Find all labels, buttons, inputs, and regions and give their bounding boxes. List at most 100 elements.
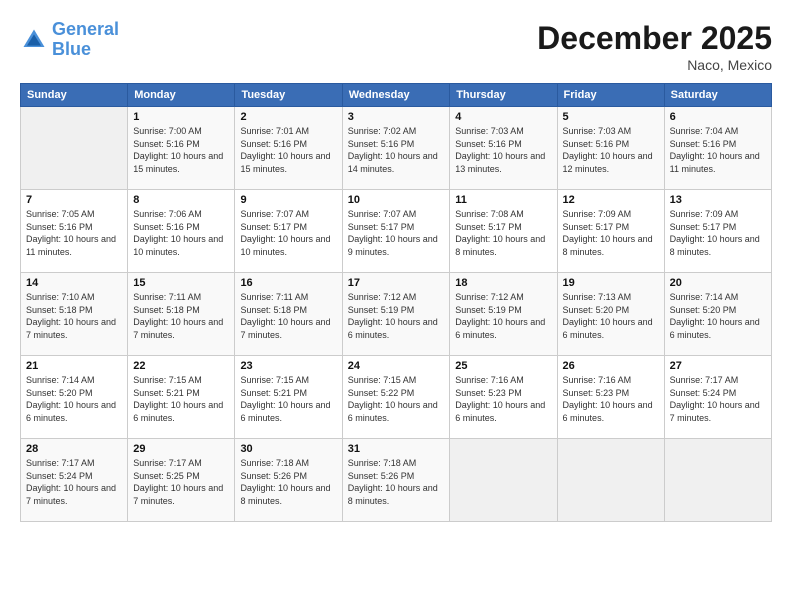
day-info: Sunrise: 7:13 AM Sunset: 5:20 PM Dayligh… [563, 291, 659, 341]
day-number: 14 [26, 277, 122, 289]
calendar-cell: 21 Sunrise: 7:14 AM Sunset: 5:20 PM Dayli… [21, 356, 128, 439]
calendar-header-wednesday: Wednesday [342, 84, 450, 107]
calendar-cell: 23 Sunrise: 7:15 AM Sunset: 5:21 PM Dayli… [235, 356, 342, 439]
calendar-cell: 31 Sunrise: 7:18 AM Sunset: 5:26 PM Dayli… [342, 439, 450, 522]
day-number: 9 [240, 194, 336, 206]
calendar-cell: 19 Sunrise: 7:13 AM Sunset: 5:20 PM Dayli… [557, 273, 664, 356]
day-number: 18 [455, 277, 551, 289]
day-number: 29 [133, 443, 229, 455]
calendar-cell: 2Sunrise: 7:01 AM Sunset: 5:16 PM Daylig… [235, 107, 342, 190]
day-number: 23 [240, 360, 336, 372]
logo-line2: Blue [52, 39, 91, 59]
page: General Blue December 2025 Naco, Mexico … [0, 0, 792, 612]
day-number: 31 [348, 443, 445, 455]
day-number: 16 [240, 277, 336, 289]
calendar-cell: 20 Sunrise: 7:14 AM Sunset: 5:20 PM Dayli… [664, 273, 771, 356]
calendar-cell: 11Sunrise: 7:08 AM Sunset: 5:17 PM Dayli… [450, 190, 557, 273]
day-info: Sunrise: 7:02 AM Sunset: 5:16 PM Dayligh… [348, 125, 445, 175]
day-info: Sunrise: 7:15 AM Sunset: 5:21 PM Dayligh… [240, 374, 336, 424]
logo: General Blue [20, 20, 119, 60]
calendar-cell: 22 Sunrise: 7:15 AM Sunset: 5:21 PM Dayli… [128, 356, 235, 439]
day-number: 6 [670, 111, 766, 123]
day-info: Sunrise: 7:11 AM Sunset: 5:18 PM Dayligh… [133, 291, 229, 341]
day-info: Sunrise: 7:15 AM Sunset: 5:22 PM Dayligh… [348, 374, 445, 424]
month-title: December 2025 [537, 20, 772, 57]
day-number: 7 [26, 194, 122, 206]
day-info: Sunrise: 7:15 AM Sunset: 5:21 PM Dayligh… [133, 374, 229, 424]
calendar-cell: 8 Sunrise: 7:06 AM Sunset: 5:16 PM Daylig… [128, 190, 235, 273]
day-info: Sunrise: 7:16 AM Sunset: 5:23 PM Dayligh… [455, 374, 551, 424]
calendar-cell [21, 107, 128, 190]
day-info: Sunrise: 7:12 AM Sunset: 5:19 PM Dayligh… [455, 291, 551, 341]
calendar-cell: 15 Sunrise: 7:11 AM Sunset: 5:18 PM Dayli… [128, 273, 235, 356]
calendar-cell: 6 Sunrise: 7:04 AM Sunset: 5:16 PM Daylig… [664, 107, 771, 190]
calendar-header-row: SundayMondayTuesdayWednesdayThursdayFrid… [21, 84, 772, 107]
day-info: Sunrise: 7:17 AM Sunset: 5:24 PM Dayligh… [670, 374, 766, 424]
calendar-header-thursday: Thursday [450, 84, 557, 107]
day-number: 21 [26, 360, 122, 372]
day-number: 17 [348, 277, 445, 289]
day-number: 10 [348, 194, 445, 206]
day-number: 8 [133, 194, 229, 206]
day-info: Sunrise: 7:14 AM Sunset: 5:20 PM Dayligh… [670, 291, 766, 341]
calendar-cell: 25 Sunrise: 7:16 AM Sunset: 5:23 PM Dayli… [450, 356, 557, 439]
calendar-header-saturday: Saturday [664, 84, 771, 107]
day-number: 2 [240, 111, 336, 123]
day-number: 30 [240, 443, 336, 455]
calendar-cell: 9Sunrise: 7:07 AM Sunset: 5:17 PM Daylig… [235, 190, 342, 273]
day-info: Sunrise: 7:03 AM Sunset: 5:16 PM Dayligh… [563, 125, 659, 175]
logo-line1: General [52, 19, 119, 39]
calendar-cell: 18 Sunrise: 7:12 AM Sunset: 5:19 PM Dayli… [450, 273, 557, 356]
day-info: Sunrise: 7:18 AM Sunset: 5:26 PM Dayligh… [240, 457, 336, 507]
calendar-cell: 16Sunrise: 7:11 AM Sunset: 5:18 PM Dayli… [235, 273, 342, 356]
calendar-week-0: 1 Sunrise: 7:00 AM Sunset: 5:16 PM Daylig… [21, 107, 772, 190]
day-number: 22 [133, 360, 229, 372]
calendar: SundayMondayTuesdayWednesdayThursdayFrid… [20, 83, 772, 522]
day-number: 26 [563, 360, 659, 372]
calendar-week-4: 28 Sunrise: 7:17 AM Sunset: 5:24 PM Dayli… [21, 439, 772, 522]
calendar-cell: 5Sunrise: 7:03 AM Sunset: 5:16 PM Daylig… [557, 107, 664, 190]
day-info: Sunrise: 7:14 AM Sunset: 5:20 PM Dayligh… [26, 374, 122, 424]
day-info: Sunrise: 7:09 AM Sunset: 5:17 PM Dayligh… [563, 208, 659, 258]
logo-icon [20, 26, 48, 54]
calendar-header-friday: Friday [557, 84, 664, 107]
day-info: Sunrise: 7:00 AM Sunset: 5:16 PM Dayligh… [133, 125, 229, 175]
calendar-week-3: 21 Sunrise: 7:14 AM Sunset: 5:20 PM Dayli… [21, 356, 772, 439]
calendar-cell: 14Sunrise: 7:10 AM Sunset: 5:18 PM Dayli… [21, 273, 128, 356]
calendar-cell: 29 Sunrise: 7:17 AM Sunset: 5:25 PM Dayli… [128, 439, 235, 522]
logo-text: General Blue [52, 20, 119, 60]
day-number: 19 [563, 277, 659, 289]
day-info: Sunrise: 7:17 AM Sunset: 5:25 PM Dayligh… [133, 457, 229, 507]
day-number: 4 [455, 111, 551, 123]
calendar-cell: 17 Sunrise: 7:12 AM Sunset: 5:19 PM Dayli… [342, 273, 450, 356]
day-number: 28 [26, 443, 122, 455]
day-info: Sunrise: 7:17 AM Sunset: 5:24 PM Dayligh… [26, 457, 122, 507]
calendar-cell: 12 Sunrise: 7:09 AM Sunset: 5:17 PM Dayli… [557, 190, 664, 273]
calendar-cell: 26 Sunrise: 7:16 AM Sunset: 5:23 PM Dayli… [557, 356, 664, 439]
day-number: 25 [455, 360, 551, 372]
calendar-week-1: 7 Sunrise: 7:05 AM Sunset: 5:16 PM Daylig… [21, 190, 772, 273]
calendar-header-monday: Monday [128, 84, 235, 107]
day-info: Sunrise: 7:06 AM Sunset: 5:16 PM Dayligh… [133, 208, 229, 258]
calendar-header-tuesday: Tuesday [235, 84, 342, 107]
day-info: Sunrise: 7:04 AM Sunset: 5:16 PM Dayligh… [670, 125, 766, 175]
calendar-cell [557, 439, 664, 522]
day-number: 12 [563, 194, 659, 206]
calendar-cell: 13Sunrise: 7:09 AM Sunset: 5:17 PM Dayli… [664, 190, 771, 273]
day-info: Sunrise: 7:18 AM Sunset: 5:26 PM Dayligh… [348, 457, 445, 507]
calendar-cell [450, 439, 557, 522]
day-info: Sunrise: 7:05 AM Sunset: 5:16 PM Dayligh… [26, 208, 122, 258]
day-number: 15 [133, 277, 229, 289]
header: General Blue December 2025 Naco, Mexico [20, 20, 772, 73]
day-number: 20 [670, 277, 766, 289]
day-number: 1 [133, 111, 229, 123]
day-info: Sunrise: 7:08 AM Sunset: 5:17 PM Dayligh… [455, 208, 551, 258]
day-info: Sunrise: 7:16 AM Sunset: 5:23 PM Dayligh… [563, 374, 659, 424]
calendar-cell: 28 Sunrise: 7:17 AM Sunset: 5:24 PM Dayli… [21, 439, 128, 522]
calendar-cell: 3Sunrise: 7:02 AM Sunset: 5:16 PM Daylig… [342, 107, 450, 190]
calendar-cell: 1 Sunrise: 7:00 AM Sunset: 5:16 PM Daylig… [128, 107, 235, 190]
calendar-cell: 7 Sunrise: 7:05 AM Sunset: 5:16 PM Daylig… [21, 190, 128, 273]
day-info: Sunrise: 7:12 AM Sunset: 5:19 PM Dayligh… [348, 291, 445, 341]
day-info: Sunrise: 7:09 AM Sunset: 5:17 PM Dayligh… [670, 208, 766, 258]
calendar-cell: 30 Sunrise: 7:18 AM Sunset: 5:26 PM Dayli… [235, 439, 342, 522]
